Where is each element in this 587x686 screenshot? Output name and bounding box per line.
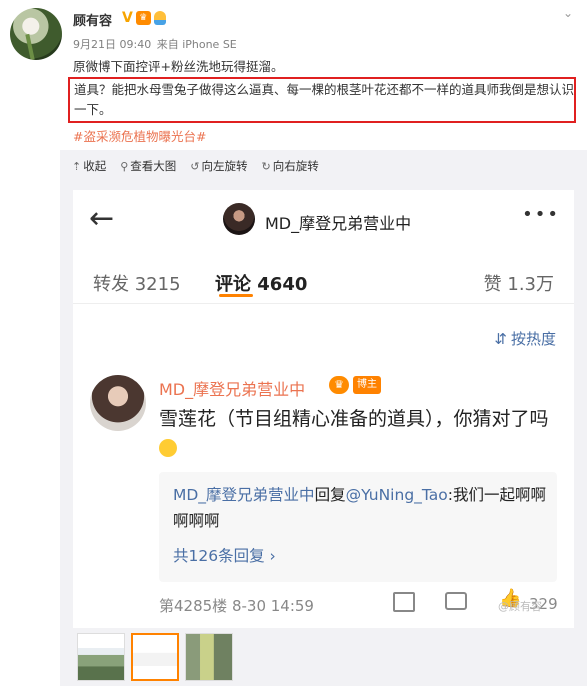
sort-icon: ⇵ xyxy=(494,329,507,348)
screenshot-avatar xyxy=(223,203,255,235)
user-badges: V ♛ xyxy=(122,10,166,26)
reply-text: MD_摩登兄弟营业中回复@YuNing_Tao:我们一起啊啊啊啊啊 xyxy=(173,482,549,534)
image-toolbar: ⇡ 收起 ⚲ 查看大图 ↺ 向左旋转 ↻ 向右旋转 xyxy=(72,158,319,174)
post-meta: 9月21日 09:40 来自 iPhone SE xyxy=(73,36,239,52)
embedded-screenshot[interactable]: ← MD_摩登兄弟营业中 ••• 转发 3215 评论 4640 赞 1.3万 … xyxy=(73,190,574,628)
collapse-icon: ⇡ xyxy=(72,159,82,173)
thumbnail-1[interactable] xyxy=(77,633,125,681)
username[interactable]: 顾有容 xyxy=(73,10,112,29)
screenshot-tabs: 转发 3215 评论 4640 赞 1.3万 xyxy=(73,260,574,304)
crown-badge-icon[interactable]: ♛ xyxy=(135,11,151,25)
more-dots-icon: ••• xyxy=(522,204,560,225)
topic-tag-link[interactable]: #盗采濒危植物曝光台# xyxy=(73,126,206,145)
tab-repost: 转发 3215 xyxy=(93,274,181,295)
collapse-label: 收起 xyxy=(83,159,107,173)
collapse-button[interactable]: ⇡ 收起 xyxy=(72,158,106,174)
watermark: @顾有容 xyxy=(498,600,542,613)
active-tab-indicator xyxy=(219,294,253,297)
rotate-right-button[interactable]: ↻ 向右旋转 xyxy=(262,158,319,174)
reply-author: MD_摩登兄弟营业中 xyxy=(173,486,315,504)
comment-floor: 第4285楼 8-30 14:59 xyxy=(159,597,314,615)
post-text-line1: 原微博下面控评+粉丝洗地玩得挺溜。 xyxy=(73,59,284,74)
crown-icon: ♛ xyxy=(329,376,349,394)
reply-count: 共126条回复 › xyxy=(173,547,276,565)
chevron-down-icon[interactable]: ⌄ xyxy=(563,6,573,20)
thumbnail-2[interactable] xyxy=(131,633,179,681)
comment-avatar xyxy=(90,375,146,431)
bulb-badge-icon[interactable] xyxy=(153,11,166,25)
reply-mention: @YuNing_Tao xyxy=(345,486,448,504)
reply-word: 回复 xyxy=(314,486,346,504)
comment-author: MD_摩登兄弟营业中 xyxy=(159,380,306,399)
thumbnail-3[interactable] xyxy=(185,633,233,681)
post-time[interactable]: 9月21日 09:40 xyxy=(73,38,151,51)
screenshot-title: MD_摩登兄弟营业中 xyxy=(265,214,412,233)
comment-badges: ♛ 博主 xyxy=(329,376,381,394)
author-badge: 博主 xyxy=(353,376,381,394)
tab-like: 赞 1.3万 xyxy=(483,274,554,295)
post-text-highlighted: 道具？能把水母雪兔子做得这么逼真、每一棵的根茎叶花还都不一样的道具师我倒是想认识… xyxy=(74,82,575,117)
comment-text: 雪莲花（节目组精心准备的道具），你猜对了吗 xyxy=(159,404,559,464)
rotate-left-button[interactable]: ↺ 向左旋转 xyxy=(190,158,247,174)
sort-label: 按热度 xyxy=(510,330,556,348)
rotate-left-label: 向左旋转 xyxy=(201,159,248,173)
thumbnail-strip xyxy=(77,633,233,681)
avatar[interactable] xyxy=(10,8,62,60)
rotate-right-label: 向右旋转 xyxy=(272,159,319,173)
view-large-button[interactable]: ⚲ 查看大图 xyxy=(120,158,176,174)
tab-comment: 评论 4640 xyxy=(215,274,308,295)
share-icon xyxy=(393,592,415,612)
rotate-left-icon: ↺ xyxy=(190,159,200,173)
verified-badge-icon[interactable]: V xyxy=(122,10,133,26)
back-arrow-icon: ← xyxy=(89,201,115,236)
sort-control: ⇵ 按热度 xyxy=(494,328,556,349)
post-source: 来自 iPhone SE xyxy=(156,38,237,51)
search-icon: ⚲ xyxy=(120,159,129,173)
comment-icon xyxy=(445,592,467,610)
view-large-label: 查看大图 xyxy=(130,159,177,173)
comment-text-content: 雪莲花（节目组精心准备的道具），你猜对了吗 xyxy=(159,408,549,430)
rotate-right-icon: ↻ xyxy=(261,159,271,173)
thinking-emoji-icon xyxy=(159,439,177,457)
